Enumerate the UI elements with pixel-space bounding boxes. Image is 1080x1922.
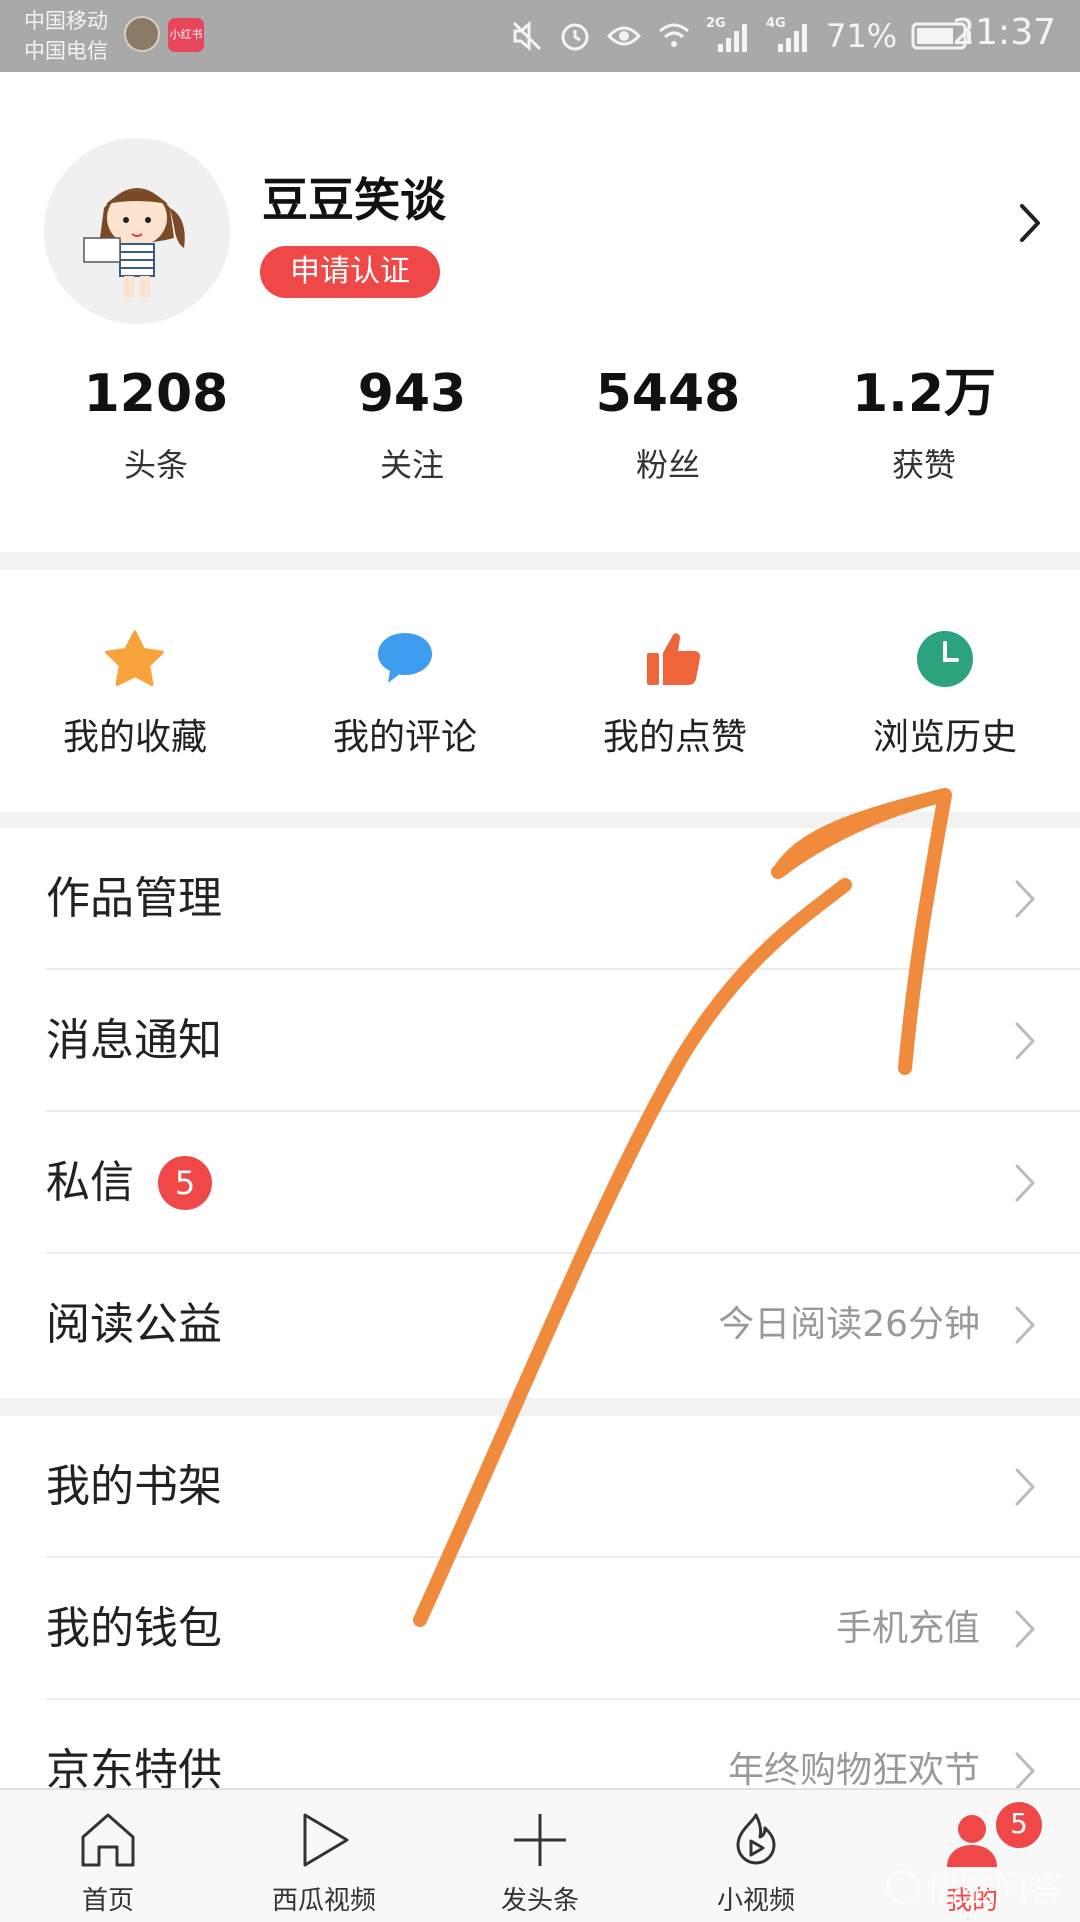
tab-badge: 5 <box>994 1800 1044 1850</box>
notification-avatar-icon <box>124 16 160 52</box>
stat-value: 5448 <box>595 364 741 424</box>
quick-action-likes[interactable]: 我的点赞 <box>540 570 810 812</box>
menu-item-reading-charity[interactable]: 阅读公益 今日阅读26分钟 <box>0 1254 1080 1396</box>
menu-item-notifications[interactable]: 消息通知 <box>0 970 1080 1112</box>
watermark-text: 悟空问答 <box>926 1870 1062 1910</box>
wukong-logo-icon <box>886 1869 920 1904</box>
section-divider <box>0 812 1080 828</box>
quick-action-label: 浏览历史 <box>872 717 1017 758</box>
menu-item-label: 消息通知 <box>46 1015 222 1066</box>
signal-2g-icon: 2G <box>706 16 752 56</box>
chevron-right-icon <box>1015 1306 1035 1344</box>
flame-play-icon <box>736 1813 776 1865</box>
home-icon <box>81 1813 135 1867</box>
menu-item-subtext: 今日阅读26分钟 <box>718 1304 980 1345</box>
plus-icon <box>514 1814 566 1866</box>
thumbs-up-icon <box>647 633 701 685</box>
tab-short-video[interactable]: 小视频 <box>648 1790 864 1922</box>
stat-value: 943 <box>357 364 467 424</box>
tab-home[interactable]: 首页 <box>0 1790 216 1922</box>
carrier-1: 中国移动 <box>24 9 108 33</box>
unread-badge: 5 <box>158 1156 212 1210</box>
status-icons: 2G 4G 71% <box>510 14 973 58</box>
xiaohongshu-app-icon: 小红书 <box>168 18 204 52</box>
stat-value: 1208 <box>83 364 229 424</box>
status-bar: 中国移动 中国电信 小红书 2G 4G 71% 21:37 <box>0 0 1080 72</box>
clock-icon <box>917 631 973 687</box>
profile-header[interactable]: 豆豆笑谈 申请认证 1208 头条 943 关注 5448 粉丝 1.2万 获赞 <box>0 72 1080 552</box>
mute-icon <box>512 20 542 52</box>
play-icon <box>303 1813 349 1867</box>
wifi-icon <box>659 23 689 47</box>
quick-action-comments[interactable]: 我的评论 <box>270 570 540 812</box>
tab-label: 西瓜视频 <box>271 1886 376 1916</box>
tab-label: 首页 <box>81 1886 134 1916</box>
menu-item-label: 我的书架 <box>46 1461 222 1512</box>
alarm-icon <box>561 23 589 51</box>
menu-item-subtext: 手机充值 <box>835 1608 980 1649</box>
menu-group-services: 我的书架 我的钱包 手机充值 京东特供 年终购物狂欢节 <box>0 1416 1080 1842</box>
quick-actions: 我的收藏 我的评论 我的点赞 浏览历史 <box>0 570 1080 812</box>
menu-item-label: 私信 <box>46 1157 134 1208</box>
chevron-right-icon <box>1015 1022 1035 1060</box>
chevron-right-icon[interactable] <box>1018 202 1042 244</box>
menu-item-works-management[interactable]: 作品管理 <box>0 828 1080 970</box>
tab-label: 发头条 <box>500 1886 579 1916</box>
quick-action-label: 我的点赞 <box>602 717 747 758</box>
menu-item-private-messages[interactable]: 私信 5 <box>0 1112 1080 1254</box>
carrier-2: 中国电信 <box>24 39 108 63</box>
stat-label: 头条 <box>123 446 188 484</box>
eye-icon <box>606 26 642 46</box>
menu-group-main: 作品管理 消息通知 私信 5 阅读公益 今日阅读26分钟 <box>0 828 1080 1396</box>
wukong-watermark: 悟空问答 <box>886 1862 1062 1911</box>
stat-following[interactable]: 943 关注 <box>284 362 540 486</box>
stat-label: 获赞 <box>891 446 956 484</box>
apply-verification-button[interactable]: 申请认证 <box>260 246 440 298</box>
clock: 21:37 <box>952 12 1056 53</box>
chevron-right-icon <box>1015 1752 1035 1790</box>
tab-post[interactable]: 发头条 <box>432 1790 648 1922</box>
chevron-right-icon <box>1015 1164 1035 1202</box>
stat-label: 粉丝 <box>635 446 700 484</box>
stat-label: 关注 <box>379 446 444 484</box>
stat-value: 1.2万 <box>851 364 997 424</box>
stat-likes[interactable]: 1.2万 获赞 <box>796 362 1052 486</box>
quick-action-favorites[interactable]: 我的收藏 <box>0 570 270 812</box>
tab-label: 小视频 <box>716 1886 795 1916</box>
profile-stats: 1208 头条 943 关注 5448 粉丝 1.2万 获赞 <box>0 362 1080 486</box>
stat-followers[interactable]: 5448 粉丝 <box>540 362 796 486</box>
battery-percent: 71% <box>826 17 898 55</box>
quick-action-history[interactable]: 浏览历史 <box>810 570 1080 812</box>
comment-icon <box>378 633 432 683</box>
signal-4g-icon: 4G <box>766 16 812 56</box>
chevron-right-icon <box>1015 1468 1035 1506</box>
quick-action-label: 我的评论 <box>332 717 477 758</box>
section-divider <box>0 552 1080 570</box>
menu-item-bookshelf[interactable]: 我的书架 <box>0 1416 1080 1558</box>
stat-headlines[interactable]: 1208 头条 <box>28 362 284 486</box>
chevron-right-icon <box>1015 1610 1035 1648</box>
username[interactable]: 豆豆笑谈 <box>262 164 446 230</box>
star-icon <box>105 630 164 687</box>
chevron-right-icon <box>1015 880 1035 918</box>
cartoon-girl-avatar-icon <box>44 138 230 324</box>
menu-item-wallet[interactable]: 我的钱包 手机充值 <box>0 1558 1080 1700</box>
quick-action-label: 我的收藏 <box>62 717 207 758</box>
menu-item-label: 阅读公益 <box>46 1299 222 1350</box>
tab-xigua-video[interactable]: 西瓜视频 <box>216 1790 432 1922</box>
carrier-info: 中国移动 中国电信 <box>24 6 108 66</box>
menu-item-label: 作品管理 <box>46 873 222 924</box>
avatar[interactable] <box>44 138 230 324</box>
section-divider <box>0 1398 1080 1416</box>
menu-item-label: 我的钱包 <box>46 1603 222 1654</box>
